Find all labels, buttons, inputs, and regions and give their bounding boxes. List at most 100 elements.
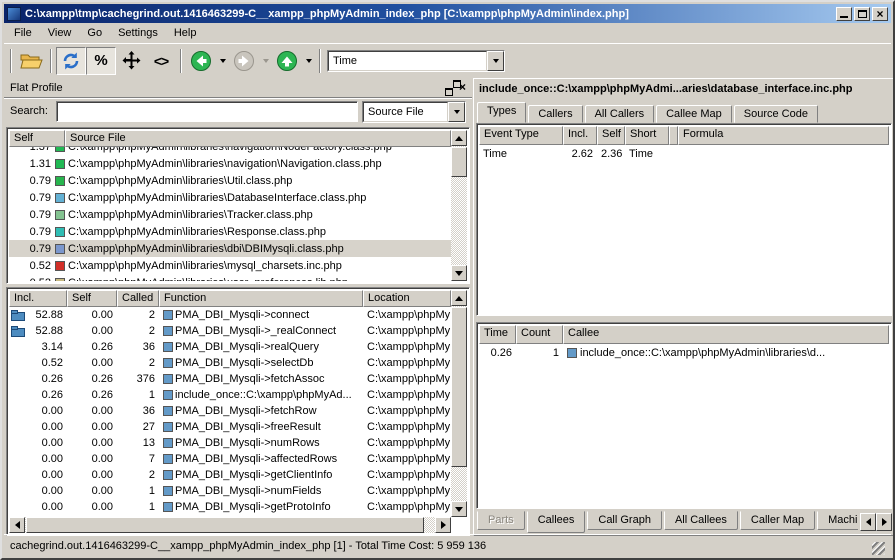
function-row[interactable]: 3.140.2636PMA_DBI_Mysqli->realQueryC:\xa… xyxy=(9,339,451,355)
search-input[interactable] xyxy=(56,101,358,122)
tab-all-callees[interactable]: All Callees xyxy=(664,511,738,530)
minimize-button[interactable] xyxy=(836,7,852,21)
scrollbar-thumb[interactable] xyxy=(451,307,467,467)
tab-callee-map[interactable]: Callee Map xyxy=(656,105,732,123)
scroll-left-button[interactable] xyxy=(9,517,25,533)
menu-help[interactable]: Help xyxy=(166,25,205,41)
function-row[interactable]: 0.000.0027PMA_DBI_Mysqli->freeResultC:\x… xyxy=(9,419,451,435)
menu-settings[interactable]: Settings xyxy=(110,25,166,41)
source-file-row[interactable]: 1.31C:\xampp\phpMyAdmin\libraries\naviga… xyxy=(9,155,451,172)
open-file-button[interactable] xyxy=(16,47,46,75)
source-file-row[interactable]: 0.79C:\xampp\phpMyAdmin\libraries\Respon… xyxy=(9,223,451,240)
up-button[interactable] xyxy=(272,47,302,75)
tab-machine[interactable]: Machine xyxy=(817,511,858,530)
function-row[interactable]: 0.260.26376PMA_DBI_Mysqli->fetchAssocC:\… xyxy=(9,371,451,387)
title-bar[interactable]: C:\xampp\tmp\cachegrind.out.1416463299-C… xyxy=(4,4,891,23)
resize-grip[interactable] xyxy=(872,542,885,555)
arrow-up-icon xyxy=(455,296,463,301)
combo-dropdown-button[interactable] xyxy=(448,102,465,122)
function-row[interactable]: 0.000.0013PMA_DBI_Mysqli->numRowsC:\xamp… xyxy=(9,435,451,451)
source-file-row[interactable]: 0.79C:\xampp\phpMyAdmin\libraries\Tracke… xyxy=(9,206,451,223)
forward-dropdown-button[interactable] xyxy=(259,47,272,75)
dock-header[interactable]: Flat Profile × xyxy=(6,79,470,96)
status-text: cachegrind.out.1416463299-C__xampp_phpMy… xyxy=(10,540,872,552)
column-header-source-file[interactable]: Source File xyxy=(65,130,451,147)
tab-caller-map[interactable]: Caller Map xyxy=(740,511,815,530)
column-header-self[interactable]: Self xyxy=(9,130,65,147)
event-type-row[interactable]: Time2.622.36Time xyxy=(479,145,889,162)
dock-layout-button[interactable] xyxy=(116,47,146,75)
tab-types[interactable]: Types xyxy=(477,102,526,123)
scroll-down-button[interactable] xyxy=(451,265,467,281)
close-icon: × xyxy=(876,9,883,19)
function-label: PMA_DBI_Mysqli->connect xyxy=(175,309,309,321)
scroll-up-button[interactable] xyxy=(451,130,467,146)
column-header-callee[interactable]: Callee xyxy=(563,325,889,344)
function-row[interactable]: 0.000.0036PMA_DBI_Mysqli->fetchRowC:\xam… xyxy=(9,403,451,419)
scroll-down-button[interactable] xyxy=(451,501,467,517)
tab-callees[interactable]: Callees xyxy=(527,511,586,533)
function-icon xyxy=(163,470,173,480)
function-row[interactable]: 0.000.002PMA_DBI_Mysqli->getClientInfoC:… xyxy=(9,467,451,483)
function-row[interactable]: 0.000.001PMA_DBI_Mysqli->getProtoInfoC:\… xyxy=(9,499,451,515)
minimize-icon xyxy=(840,16,848,18)
column-header-self[interactable]: Self xyxy=(67,290,117,307)
callee-row[interactable]: 0.261include_once::C:\xampp\phpMyAdmin\l… xyxy=(479,344,889,361)
tab-all-callers[interactable]: All Callers xyxy=(585,105,655,123)
source-file-row[interactable]: 0.79C:\xampp\phpMyAdmin\libraries\Databa… xyxy=(9,189,451,206)
column-header-event-type[interactable]: Event Type xyxy=(479,126,563,145)
column-header-called[interactable]: Called xyxy=(117,290,159,307)
column-header-location[interactable]: Location xyxy=(363,290,451,307)
column-header-function[interactable]: Function xyxy=(159,290,363,307)
percent-toggle-button[interactable]: % xyxy=(86,47,116,75)
column-header-spacer[interactable] xyxy=(669,126,678,145)
menu-file[interactable]: File xyxy=(6,25,40,41)
source-file-row[interactable]: 0.52C:\xampp\phpMyAdmin\libraries\mysql_… xyxy=(9,257,451,274)
expand-collapse-button[interactable]: <> xyxy=(146,47,176,75)
column-header-time[interactable]: Time xyxy=(479,325,516,344)
combo-dropdown-button[interactable] xyxy=(487,51,504,71)
source-file-row[interactable]: 0.52C:\xampp\phpMyAdmin\libraries\user_p… xyxy=(9,274,451,281)
source-file-row[interactable]: 0.79C:\xampp\phpMyAdmin\libraries\dbi\DB… xyxy=(9,240,451,257)
event-type-combo[interactable]: Time xyxy=(327,50,505,72)
horizontal-scrollbar[interactable] xyxy=(9,517,451,533)
back-button[interactable] xyxy=(186,47,216,75)
cycle-grouping-button[interactable] xyxy=(56,47,86,75)
vertical-scrollbar[interactable] xyxy=(451,290,467,517)
function-label: PMA_DBI_Mysqli->fetchRow xyxy=(175,405,317,417)
maximize-button[interactable] xyxy=(854,7,870,21)
scroll-right-button[interactable] xyxy=(435,517,451,533)
toolbar-handle[interactable] xyxy=(10,49,12,73)
function-row[interactable]: 0.000.007PMA_DBI_Mysqli->affectedRowsC:\… xyxy=(9,451,451,467)
function-row[interactable]: 0.520.002PMA_DBI_Mysqli->selectDbC:\xamp… xyxy=(9,355,451,371)
tab-callers[interactable]: Callers xyxy=(528,105,582,123)
source-file-row[interactable]: 1.37C:\xampp\phpMyAdmin\libraries\naviga… xyxy=(9,147,451,155)
function-row[interactable]: 0.260.261include_once::C:\xampp\phpMyAd.… xyxy=(9,387,451,403)
function-row[interactable]: 0.000.001PMA_DBI_Mysqli->numFieldsC:\xam… xyxy=(9,483,451,499)
tabs-scroll-left-button[interactable] xyxy=(860,513,876,531)
source-file-row[interactable]: 0.79C:\xampp\phpMyAdmin\libraries\Util.c… xyxy=(9,172,451,189)
up-dropdown-button[interactable] xyxy=(302,47,315,75)
column-header-incl[interactable]: Incl. xyxy=(563,126,597,145)
menu-view[interactable]: View xyxy=(40,25,80,41)
close-button[interactable]: × xyxy=(872,7,888,21)
scrollbar-thumb[interactable] xyxy=(26,517,424,533)
function-row[interactable]: 52.880.002PMA_DBI_Mysqli->_realConnectC:… xyxy=(9,323,451,339)
column-header-count[interactable]: Count xyxy=(516,325,563,344)
function-row[interactable]: 52.880.002PMA_DBI_Mysqli->connectC:\xamp… xyxy=(9,307,451,323)
scroll-up-button[interactable] xyxy=(451,290,467,306)
forward-button[interactable] xyxy=(229,47,259,75)
column-header-incl[interactable]: Incl. xyxy=(9,290,67,307)
file-path: C:\xampp\phpMyAdmin\libraries\dbi\DBIMys… xyxy=(65,243,344,255)
menu-go[interactable]: Go xyxy=(79,25,110,41)
group-by-combo[interactable]: Source File xyxy=(362,101,466,123)
column-header-formula[interactable]: Formula xyxy=(678,126,889,145)
vertical-scrollbar[interactable] xyxy=(451,130,467,281)
tab-source-code[interactable]: Source Code xyxy=(734,105,818,123)
tabs-scroll-right-button[interactable] xyxy=(876,513,892,531)
column-header-short[interactable]: Short xyxy=(625,126,669,145)
column-header-self[interactable]: Self xyxy=(597,126,625,145)
tab-call-graph[interactable]: Call Graph xyxy=(587,511,662,530)
back-dropdown-button[interactable] xyxy=(216,47,229,75)
scrollbar-thumb[interactable] xyxy=(451,147,467,177)
